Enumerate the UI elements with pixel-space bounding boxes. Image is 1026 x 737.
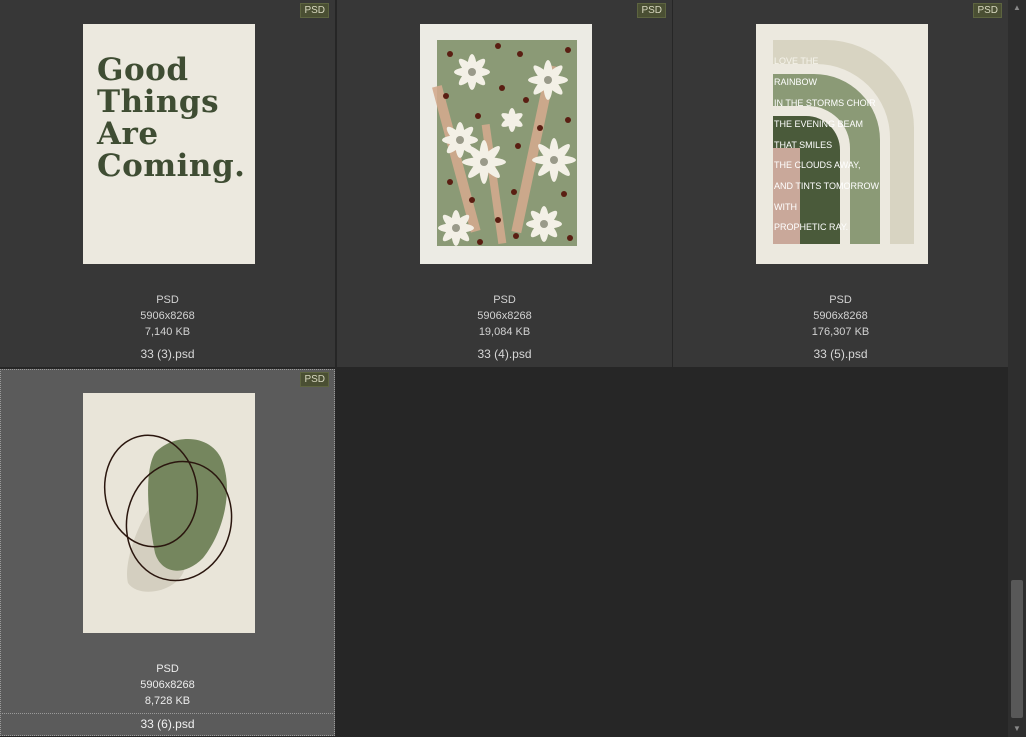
- file-type: PSD: [829, 294, 852, 306]
- file-tile[interactable]: PSD Good Things Are Coming. PSD 5906x826…: [0, 0, 335, 367]
- file-meta: PSD 5906x8268 7,140 KB: [0, 292, 335, 340]
- file-size: 19,084 KB: [478, 326, 531, 338]
- file-type: PSD: [493, 294, 516, 306]
- file-size: 7,140 KB: [144, 326, 191, 338]
- thumbnail-text-line-4: Coming.: [97, 148, 246, 184]
- file-name: 33 (4).psd: [477, 347, 532, 361]
- file-type: PSD: [156, 294, 179, 306]
- thumbnail-image: [83, 393, 255, 633]
- file-tile[interactable]: PSD LOVE THE RAINBOW IN THE STORMS CHOIR…: [673, 0, 1008, 367]
- scroll-up-arrow-icon[interactable]: ▲: [1008, 0, 1026, 16]
- scroll-down-arrow-icon[interactable]: ▼: [1008, 721, 1026, 737]
- thumbnail-text-line-9: PROPHETIC RAY.: [774, 222, 848, 232]
- thumbnail-text-line-2: RAINBOW: [774, 77, 818, 87]
- file-name: 33 (5).psd: [813, 347, 868, 361]
- file-dimensions: 5906x8268: [477, 310, 532, 322]
- thumbnail-text: Good Things Are Coming.: [97, 54, 245, 182]
- file-tile-selected[interactable]: PSD PSD 5906x8268 8,728 KB 33 (6).psd: [0, 369, 335, 736]
- thumbnail-text-line-6: THE CLOUDS AWAY,: [774, 160, 861, 170]
- file-browser-grid: PSD Good Things Are Coming. PSD 5906x826…: [0, 0, 1008, 737]
- rainbow-art: LOVE THE RAINBOW IN THE STORMS CHOIR THE…: [773, 40, 914, 244]
- thumbnail-text-line-3: IN THE STORMS CHOIR: [774, 98, 876, 108]
- thumbnail-text-line-3: Are: [97, 116, 159, 152]
- thumbnail-text-line-2: Things: [97, 84, 220, 120]
- file-dimensions: 5906x8268: [140, 679, 195, 691]
- file-name: 33 (6).psd: [0, 713, 335, 732]
- thumbnail-image: [420, 24, 592, 264]
- file-type-badge: PSD: [973, 3, 1002, 18]
- file-dimensions: 5906x8268: [813, 310, 868, 322]
- file-type: PSD: [156, 663, 179, 675]
- thumbnail-text-line-1: LOVE THE: [774, 56, 818, 66]
- file-size: 176,307 KB: [811, 326, 870, 338]
- file-meta: PSD 5906x8268 8,728 KB: [0, 661, 335, 709]
- thumbnail-image: LOVE THE RAINBOW IN THE STORMS CHOIR THE…: [756, 24, 928, 264]
- file-type-badge: PSD: [300, 3, 329, 18]
- file-meta: PSD 5906x8268 176,307 KB: [673, 292, 1008, 340]
- thumbnail-image: Good Things Are Coming.: [83, 24, 255, 264]
- file-tile[interactable]: PSD PSD 5906x8268 19,084 KB 33 (4).psd: [337, 0, 672, 367]
- thumbnail-text-line-5: THAT SMILES: [774, 140, 832, 150]
- file-type-badge: PSD: [637, 3, 666, 18]
- thumbnail-text-line-8: WITH: [774, 202, 797, 212]
- file-name: 33 (3).psd: [140, 347, 195, 361]
- floral-pattern: [432, 40, 577, 246]
- thumbnail-text-line-7: AND TINTS TOMORROW: [774, 181, 880, 191]
- file-size: 8,728 KB: [144, 695, 191, 707]
- abstract-shapes-art: [103, 434, 233, 592]
- file-meta: PSD 5906x8268 19,084 KB: [337, 292, 672, 340]
- file-type-badge: PSD: [300, 372, 329, 387]
- thumbnail-text-line-4: THE EVENING BEAM: [774, 119, 863, 129]
- vertical-scrollbar[interactable]: ▲ ▼: [1008, 0, 1026, 737]
- thumbnail-text-line-1: Good: [97, 52, 189, 88]
- scrollbar-thumb[interactable]: [1011, 580, 1023, 718]
- file-dimensions: 5906x8268: [140, 310, 195, 322]
